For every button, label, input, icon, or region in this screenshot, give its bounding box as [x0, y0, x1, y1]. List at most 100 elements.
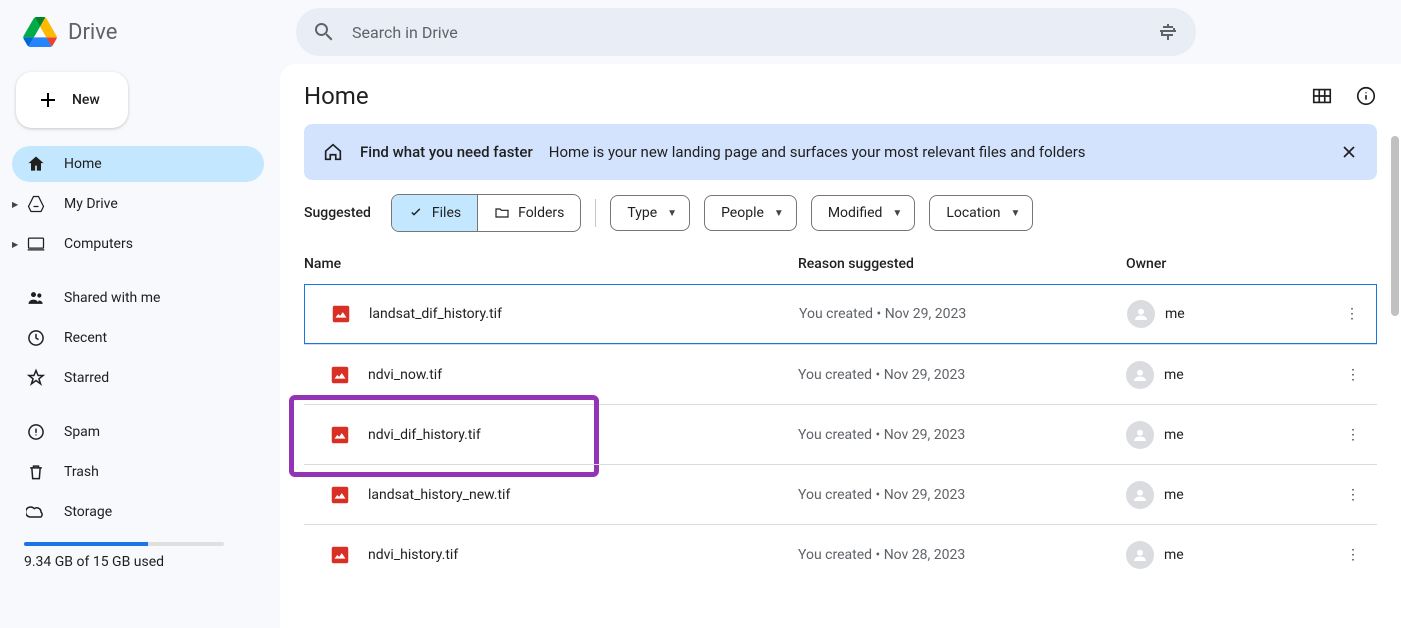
segment-files[interactable]: Files [392, 195, 477, 231]
info-icon[interactable] [1355, 85, 1377, 107]
file-owner: me [1164, 427, 1184, 443]
more-actions-icon[interactable]: ⋮ [1329, 367, 1377, 383]
chip-modified[interactable]: Modified ▼ [811, 195, 916, 231]
sidebar-item-storage[interactable]: Storage [12, 494, 264, 530]
app-name: Drive [68, 20, 117, 45]
table-row[interactable]: landsat_dif_history.tif You created • No… [304, 284, 1377, 344]
chip-label: Location [946, 205, 1000, 221]
chip-location[interactable]: Location ▼ [929, 195, 1033, 231]
main-panel: Home Find what you need faster Home is y… [280, 64, 1401, 628]
table-row[interactable]: landsat_history_new.tif You created • No… [304, 464, 1377, 524]
col-reason[interactable]: Reason suggested [798, 256, 1126, 272]
segment-files-label: Files [432, 205, 461, 221]
sidebar-item-computers[interactable]: ▶ Computers [12, 226, 264, 262]
sidebar-item-mydrive[interactable]: ▶ My Drive [12, 186, 264, 222]
close-icon[interactable] [1339, 142, 1359, 162]
app-header: Drive [0, 0, 1401, 64]
recent-icon [24, 328, 48, 348]
sidebar-item-label: Shared with me [64, 290, 160, 306]
trash-icon [24, 462, 48, 482]
sidebar: New Home ▶ My Drive ▶ Computers Shared w… [0, 64, 280, 628]
file-owner: me [1164, 547, 1184, 563]
banner-title: Find what you need faster [360, 143, 533, 161]
chip-label: People [721, 205, 764, 221]
new-button[interactable]: New [16, 72, 128, 128]
image-file-icon [328, 483, 352, 507]
file-table: Name Reason suggested Owner landsat_dif_… [304, 244, 1377, 584]
caret-icon: ▼ [667, 208, 677, 219]
folder-icon [494, 205, 510, 221]
file-name: landsat_history_new.tif [368, 487, 510, 503]
caret-icon: ▼ [892, 208, 902, 219]
view-grid-icon[interactable] [1311, 85, 1333, 107]
sidebar-item-label: Trash [64, 464, 99, 480]
avatar-icon [1126, 361, 1154, 389]
col-owner[interactable]: Owner [1126, 256, 1329, 272]
sidebar-item-starred[interactable]: Starred [12, 360, 264, 396]
search-bar[interactable] [296, 8, 1196, 56]
scrollbar[interactable] [1391, 136, 1399, 316]
drive-logo-icon [20, 12, 60, 52]
col-name[interactable]: Name [304, 256, 798, 272]
sidebar-item-label: Starred [64, 370, 109, 386]
avatar-icon [1126, 421, 1154, 449]
image-file-icon [328, 423, 352, 447]
file-reason: You created • Nov 29, 2023 [799, 306, 1127, 322]
storage-fill [24, 542, 148, 546]
expand-icon[interactable]: ▶ [12, 240, 18, 249]
sidebar-item-label: Storage [64, 504, 112, 520]
chip-label: Type [627, 205, 657, 221]
search-input[interactable] [352, 23, 1140, 42]
divider [595, 199, 596, 227]
more-actions-icon[interactable]: ⋮ [1329, 487, 1377, 503]
file-name: landsat_dif_history.tif [369, 306, 502, 322]
sidebar-item-label: Recent [64, 330, 107, 346]
sidebar-item-recent[interactable]: Recent [12, 320, 264, 356]
segment-folders-label: Folders [518, 205, 564, 221]
computers-icon [24, 234, 48, 254]
files-folders-segment: Files Folders [391, 194, 581, 232]
table-row[interactable]: ndvi_history.tif You created • Nov 28, 2… [304, 524, 1377, 584]
suggested-label: Suggested [304, 205, 371, 221]
caret-icon: ▼ [1010, 208, 1020, 219]
info-banner: Find what you need faster Home is your n… [304, 124, 1377, 180]
sidebar-item-trash[interactable]: Trash [12, 454, 264, 490]
table-row[interactable]: ndvi_dif_history.tif You created • Nov 2… [304, 404, 1377, 464]
search-icon[interactable] [312, 20, 336, 44]
file-reason: You created • Nov 29, 2023 [798, 487, 1126, 503]
file-reason: You created • Nov 28, 2023 [798, 547, 1126, 563]
file-name: ndvi_dif_history.tif [368, 427, 481, 443]
chip-people[interactable]: People ▼ [704, 195, 797, 231]
banner-text: Home is your new landing page and surfac… [549, 143, 1086, 161]
file-owner: me [1164, 367, 1184, 383]
logo-area[interactable]: Drive [16, 12, 296, 52]
image-file-icon [328, 543, 352, 567]
more-actions-icon[interactable]: ⋮ [1329, 547, 1377, 563]
page-title: Home [304, 82, 369, 110]
avatar-icon [1126, 481, 1154, 509]
more-actions-icon[interactable]: ⋮ [1329, 427, 1377, 443]
expand-icon[interactable]: ▶ [12, 200, 18, 209]
segment-folders[interactable]: Folders [477, 195, 580, 231]
table-row[interactable]: ndvi_now.tif You created • Nov 29, 2023 … [304, 344, 1377, 404]
table-header: Name Reason suggested Owner [304, 244, 1377, 284]
sidebar-item-label: Spam [64, 424, 100, 440]
chip-type[interactable]: Type ▼ [610, 195, 690, 231]
sidebar-item-spam[interactable]: Spam [12, 414, 264, 450]
storage-icon [24, 502, 48, 522]
sidebar-item-label: My Drive [64, 196, 118, 212]
sidebar-item-home[interactable]: Home [12, 146, 264, 182]
new-button-label: New [72, 92, 100, 108]
shared-icon [24, 288, 48, 308]
more-actions-icon[interactable]: ⋮ [1328, 306, 1376, 322]
file-owner: me [1165, 306, 1185, 322]
caret-icon: ▼ [774, 208, 784, 219]
avatar-icon [1127, 300, 1155, 328]
file-reason: You created • Nov 29, 2023 [798, 367, 1126, 383]
storage-text: 9.34 GB of 15 GB used [12, 554, 264, 570]
search-options-icon[interactable] [1156, 20, 1180, 44]
sidebar-item-shared[interactable]: Shared with me [12, 280, 264, 316]
sidebar-item-label: Computers [64, 236, 133, 252]
chip-label: Modified [828, 205, 883, 221]
file-name: ndvi_now.tif [368, 367, 442, 383]
